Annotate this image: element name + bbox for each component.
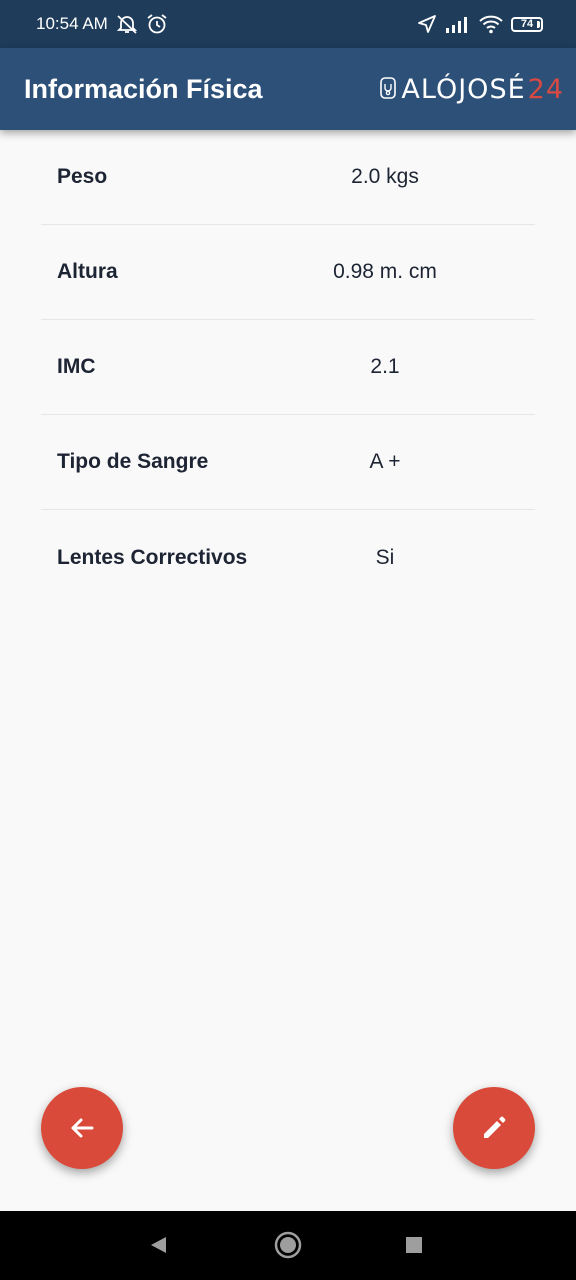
info-row-height: Altura 0.98 m. cm <box>41 225 535 320</box>
nav-back-button[interactable] <box>148 1235 168 1255</box>
back-button[interactable] <box>41 1087 123 1169</box>
row-value: 2.1 <box>370 355 400 378</box>
row-value: Si <box>375 545 395 569</box>
pencil-icon <box>480 1114 508 1142</box>
app-logo: ALÓJOSÉ 24 <box>379 74 564 105</box>
info-row-corrective-lenses: Lentes Correctivos Si <box>41 510 535 605</box>
logo-number-text: 24 <box>527 73 564 105</box>
status-left: 10:54 AM <box>36 13 168 35</box>
nav-home-button[interactable] <box>274 1231 302 1259</box>
row-label: Peso <box>57 165 108 188</box>
row-value: A + <box>369 450 401 473</box>
physical-info-list: Peso 2.0 kgs Altura 0.98 m. cm IMC 2.1 T… <box>41 130 535 605</box>
stethoscope-icon <box>379 75 399 103</box>
edit-button[interactable] <box>453 1087 535 1169</box>
triangle-back-icon <box>151 1237 166 1253</box>
info-row-blood-type: Tipo de Sangre A + <box>41 415 535 510</box>
square-recents-icon <box>406 1237 422 1253</box>
signal-icon <box>445 15 471 33</box>
nav-recents-button[interactable] <box>405 1236 423 1254</box>
location-icon <box>417 14 437 34</box>
battery-icon: 74 <box>511 16 543 32</box>
logo-main-text: ALÓJOSÉ <box>401 73 526 105</box>
row-label: Lentes Correctivos <box>57 545 248 569</box>
app-bar: Información Física ALÓJOSÉ 24 <box>0 48 576 130</box>
status-right: 74 <box>417 14 543 34</box>
mute-icon <box>116 14 138 34</box>
row-value: 0.98 m. cm <box>333 260 437 283</box>
circle-home-icon <box>274 1231 302 1259</box>
page-title: Información Física <box>24 73 263 104</box>
info-row-weight: Peso 2.0 kgs <box>41 130 535 225</box>
status-bar: 10:54 AM 74 <box>0 0 576 48</box>
arrow-left-icon <box>68 1114 96 1142</box>
system-nav-bar <box>0 1211 576 1280</box>
info-row-bmi: IMC 2.1 <box>41 320 535 415</box>
alarm-icon <box>146 13 168 35</box>
row-value: 2.0 kgs <box>351 165 419 188</box>
row-label: Altura <box>57 260 118 283</box>
row-label: Tipo de Sangre <box>57 450 209 473</box>
row-label: IMC <box>57 355 96 378</box>
wifi-icon <box>479 14 503 34</box>
status-time: 10:54 AM <box>36 14 108 33</box>
